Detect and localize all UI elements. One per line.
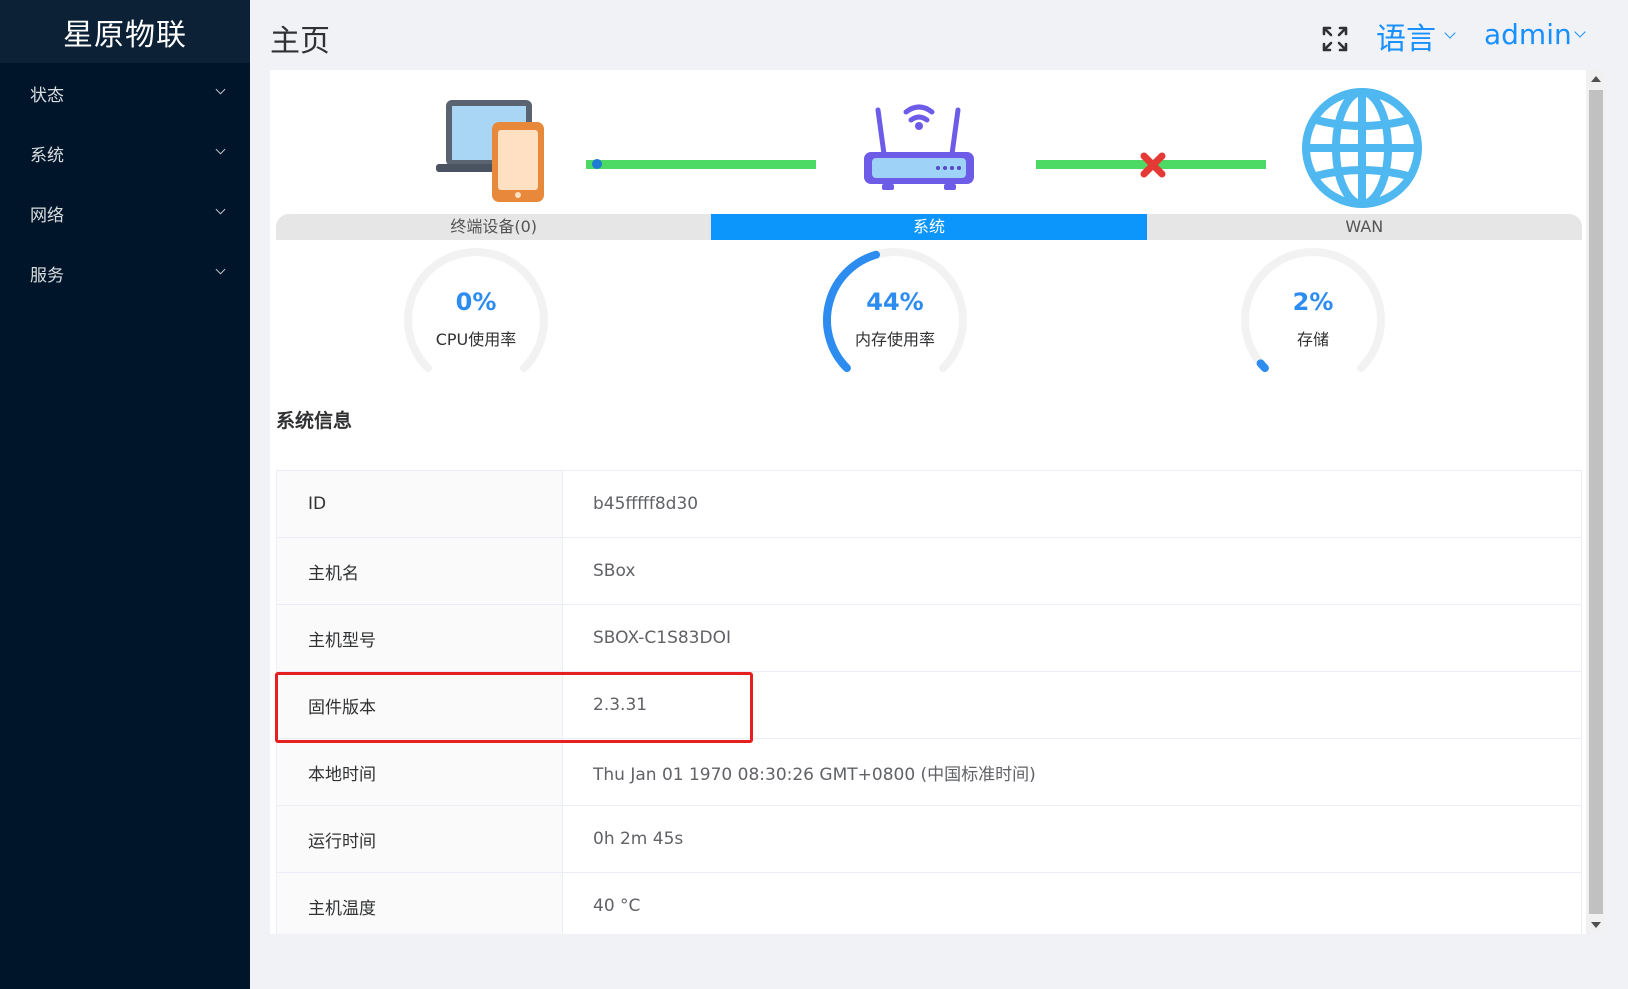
chevron-down-icon — [216, 88, 226, 98]
fullscreen-icon[interactable] — [1320, 24, 1350, 54]
network-topology: 终端设备(0) 系统 WAN — [270, 70, 1586, 240]
sidebar-item-label: 系统 — [30, 145, 64, 166]
chevron-down-icon — [1444, 27, 1456, 39]
globe-icon — [1302, 88, 1422, 208]
page-title: 主页 — [270, 24, 330, 59]
tab-system[interactable]: 系统 — [711, 214, 1147, 240]
chevron-down-icon — [216, 148, 226, 158]
table-row: 本地时间 Thu Jan 01 1970 08:30:26 GMT+0800 (… — [277, 739, 1581, 806]
gauge-ring — [1241, 248, 1385, 373]
router-icon — [864, 104, 974, 190]
table-row: 主机名 SBox — [277, 538, 1581, 605]
memory-gauge: 44% 内存使用率 — [815, 248, 975, 388]
gauge-label: CPU使用率 — [435, 330, 517, 349]
sidebar-item-service[interactable]: 服务 — [0, 243, 250, 303]
sidebar-item-status[interactable]: 状态 — [0, 63, 250, 123]
row-key: 主机温度 — [277, 873, 563, 934]
sidebar-item-label: 服务 — [30, 265, 64, 286]
link-devices-system — [586, 160, 816, 169]
chevron-down-icon — [216, 268, 226, 278]
tab-devices[interactable]: 终端设备(0) — [276, 214, 711, 240]
gauge-ring — [404, 248, 548, 373]
error-x-icon — [1140, 152, 1166, 178]
storage-gauge: 2% 存储 — [1233, 248, 1393, 388]
row-key: 主机名 — [277, 538, 563, 604]
user-label: admin — [1484, 18, 1572, 51]
row-key: 运行时间 — [277, 806, 563, 872]
gauge-label: 存储 — [1296, 330, 1329, 349]
vertical-scrollbar[interactable] — [1586, 70, 1606, 934]
sidebar-item-label: 状态 — [30, 85, 64, 106]
row-value: SBox — [593, 561, 636, 581]
cpu-gauge: 0% CPU使用率 — [396, 248, 556, 388]
table-row: 主机温度 40 °C — [277, 873, 1581, 934]
gauge-value: 2% — [1292, 288, 1334, 316]
devices-icon — [436, 100, 544, 202]
row-value: 0h 2m 45s — [593, 829, 684, 849]
table-row: ID b45fffff8d30 — [277, 471, 1581, 538]
link-status-dot — [592, 159, 602, 169]
gauge-value: 44% — [866, 288, 924, 316]
table-row: 运行时间 0h 2m 45s — [277, 806, 1581, 873]
row-value: b45fffff8d30 — [593, 494, 699, 514]
sidebar-item-label: 网络 — [30, 205, 64, 226]
language-label: 语言 — [1376, 22, 1436, 57]
scrollbar-thumb[interactable] — [1589, 90, 1603, 914]
row-key: 本地时间 — [277, 739, 563, 805]
row-value: 40 °C — [593, 896, 641, 916]
row-key: ID — [277, 471, 563, 537]
row-value: Thu Jan 01 1970 08:30:26 GMT+0800 (中国标准时… — [593, 764, 1036, 785]
table-row: 固件版本 2.3.31 — [277, 672, 1581, 739]
row-key: 主机型号 — [277, 605, 563, 671]
sidebar-item-network[interactable]: 网络 — [0, 183, 250, 243]
topology-tabs: 终端设备(0) 系统 WAN — [276, 214, 1582, 240]
row-value: SBOX-C1S83DOI — [593, 628, 731, 648]
user-dropdown[interactable]: admin — [1484, 18, 1586, 51]
language-dropdown[interactable]: 语言 — [1376, 14, 1456, 58]
scroll-up-icon[interactable] — [1591, 76, 1601, 82]
scroll-down-icon[interactable] — [1591, 922, 1601, 928]
section-title: 系统信息 — [276, 410, 353, 432]
tab-wan[interactable]: WAN — [1147, 214, 1582, 240]
brand-logo-text: 星原物联 — [0, 0, 250, 63]
gauge-label: 内存使用率 — [854, 330, 935, 349]
gauge-fill — [1256, 359, 1269, 373]
chevron-down-icon — [216, 208, 226, 218]
row-value: 2.3.31 — [593, 695, 648, 715]
sidebar: 星原物联 状态 系统 网络 服务 — [0, 0, 250, 989]
table-row: 主机型号 SBOX-C1S83DOI — [277, 605, 1581, 672]
gauge-value: 0% — [455, 288, 497, 316]
row-key: 固件版本 — [277, 672, 563, 738]
sidebar-item-system[interactable]: 系统 — [0, 123, 250, 183]
gauge-ring — [823, 248, 967, 373]
main-panel: 终端设备(0) 系统 WAN 0% CPU使用率 44% 内存使用率 2% 存储… — [270, 70, 1586, 934]
system-info-table: ID b45fffff8d30 主机名 SBox 主机型号 SBOX-C1S83… — [276, 470, 1582, 934]
chevron-down-icon — [1574, 25, 1586, 38]
